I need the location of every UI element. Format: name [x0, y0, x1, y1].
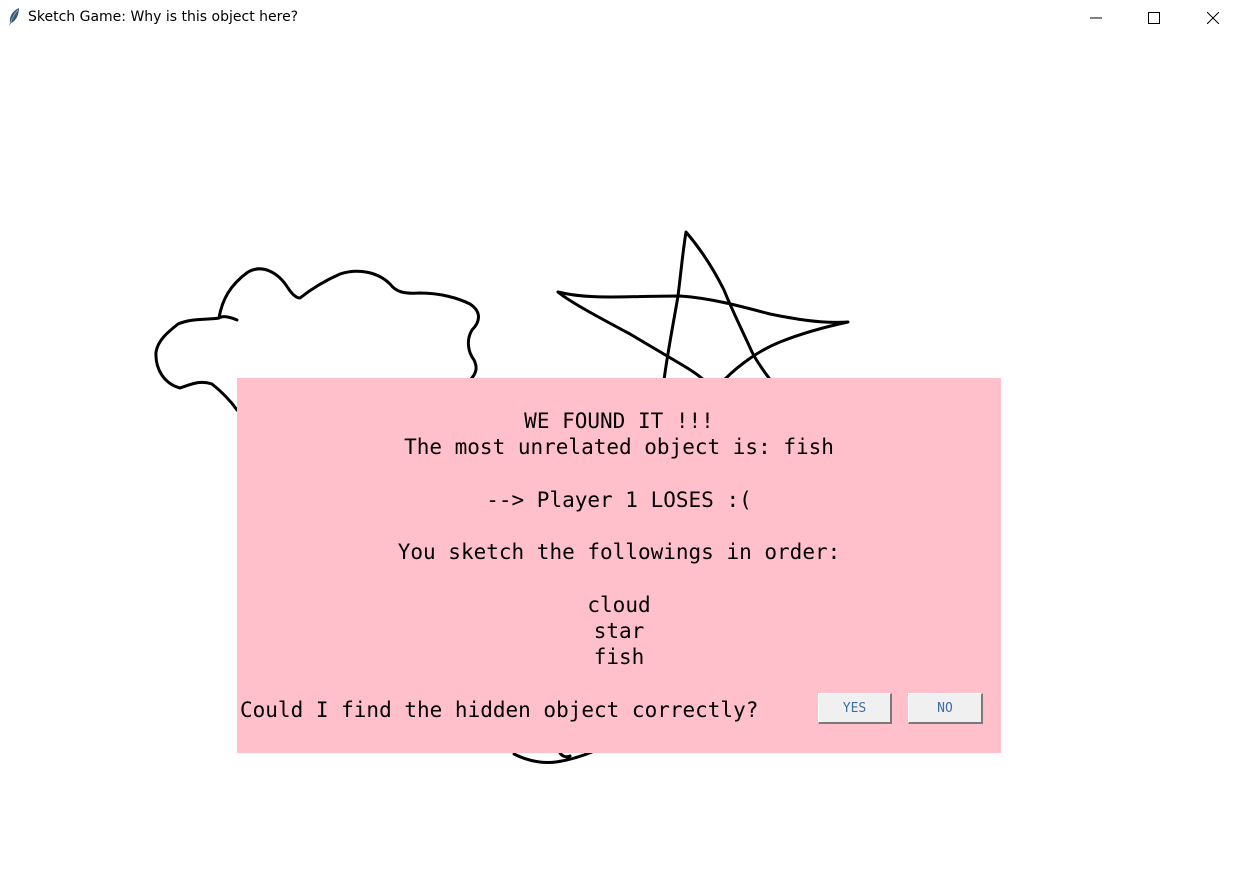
- window-title: Sketch Game: Why is this object here?: [28, 9, 299, 25]
- close-button[interactable]: [1190, 0, 1236, 35]
- result-dialog: WE FOUND IT !!! The most unrelated objec…: [237, 378, 1001, 753]
- order-item-star: star: [593, 619, 645, 643]
- minimize-button[interactable]: [1073, 0, 1119, 35]
- app-window: Sketch Game: Why is this object here? WE…: [0, 0, 1239, 883]
- result-headline: WE FOUND IT !!!: [524, 409, 714, 433]
- maximize-button[interactable]: [1131, 0, 1177, 35]
- result-text: The most unrelated object is: fish: [404, 435, 834, 459]
- order-item-cloud: cloud: [587, 593, 651, 617]
- no-button[interactable]: NO: [908, 693, 983, 724]
- order-intro: You sketch the followings in order:: [397, 540, 841, 564]
- fish-sketch-tail: [512, 750, 594, 764]
- confirm-question: Could I find the hidden object correctly…: [240, 698, 759, 722]
- close-icon: [1207, 11, 1219, 24]
- star-sketch: [556, 230, 850, 384]
- minimize-icon: [1090, 17, 1102, 18]
- feather-icon: [9, 8, 19, 26]
- order-item-fish: fish: [593, 645, 645, 669]
- maximize-icon: [1148, 11, 1160, 24]
- yes-button[interactable]: YES: [818, 693, 892, 724]
- title-bar[interactable]: Sketch Game: Why is this object here?: [0, 0, 1239, 35]
- outcome-text: --> Player 1 LOSES :(: [486, 488, 752, 512]
